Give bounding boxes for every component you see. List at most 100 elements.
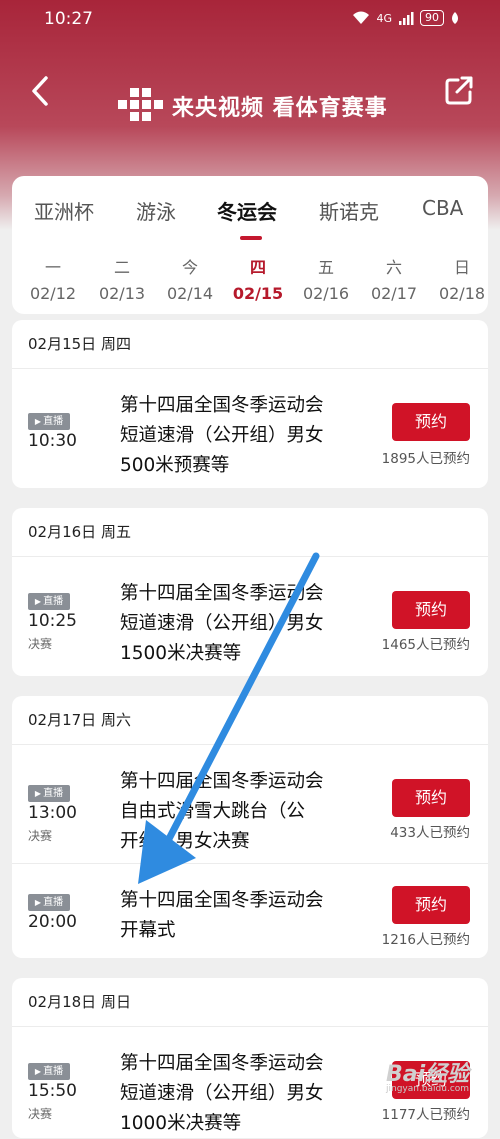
- reserve-button[interactable]: 预约: [392, 886, 470, 924]
- event-row[interactable]: ▶ 直播 10:25 决赛 第十四届全国冬季运动会 短道速滑（公开组）男女 150…: [12, 557, 488, 677]
- day-header: 02月17日 周六: [12, 696, 488, 745]
- reservation-count: 433人已预约: [390, 825, 470, 841]
- reserve-button[interactable]: 预约: [392, 591, 470, 629]
- event-title-line: 第十四届全国冬季运动会: [120, 583, 324, 604]
- event-title: 第十四届全国冬季运动会 自由式滑雪大跳台（公 开组）男女决赛: [120, 767, 370, 857]
- battery-indicator: 90: [420, 10, 444, 26]
- live-badge: ▶ 直播: [28, 894, 70, 911]
- event-title-line: 第十四届全国冬季运动会: [120, 771, 324, 792]
- active-tab-indicator: [240, 236, 262, 240]
- live-badge-label: 直播: [43, 416, 64, 427]
- date-weekday: 日: [453, 258, 470, 277]
- event-row[interactable]: ▶ 直播 10:30 第十四届全国冬季运动会 短道速滑（公开组）男女 500米预赛…: [12, 369, 488, 489]
- play-icon: ▶: [34, 597, 42, 606]
- sport-tabs: 亚洲杯 游泳 冬运会 斯诺克 CBA: [12, 176, 488, 242]
- event-row[interactable]: ▶ 直播 13:00 决赛 第十四届全国冬季运动会 自由式滑雪大跳台（公 开组）男…: [12, 745, 488, 863]
- wifi-icon: [353, 11, 370, 24]
- date-day: 02/12: [29, 284, 77, 303]
- tab-cba[interactable]: CBA: [422, 196, 463, 220]
- event-title-line: 短道速滑（公开组）男女: [120, 613, 324, 634]
- leaf-icon: [452, 12, 458, 24]
- date-day: 02/17: [370, 284, 418, 303]
- live-badge: ▶ 直播: [28, 1063, 70, 1080]
- date-day: 02/13: [98, 284, 146, 303]
- date-weekday: 二: [113, 258, 130, 277]
- tab-asian-cup[interactable]: 亚洲杯: [34, 196, 94, 225]
- event-time: 10:25: [28, 611, 77, 631]
- status-icons: 4G 90: [352, 10, 460, 26]
- reservation-count: 1895人已预约: [381, 451, 470, 467]
- event-title-line: 第十四届全国冬季运动会: [120, 890, 324, 911]
- baidu-watermark: Bai经验 jingyan.baidu.com: [386, 1056, 496, 1106]
- signal-icon: [399, 12, 414, 25]
- reserve-button[interactable]: 预约: [392, 779, 470, 817]
- event-title: 第十四届全国冬季运动会 短道速滑（公开组）男女 1500米决赛等: [120, 579, 370, 669]
- event-title: 第十四届全国冬季运动会 短道速滑（公开组）男女 1000米决赛等: [120, 1049, 370, 1139]
- tab-swimming[interactable]: 游泳: [136, 196, 176, 225]
- date-item[interactable]: 一 02/12: [23, 258, 83, 306]
- watermark-sub: jingyan.baidu.com: [386, 1084, 470, 1094]
- tab-snooker[interactable]: 斯诺克: [319, 196, 379, 225]
- brand-title: 来央视频 看体育赛事: [172, 96, 388, 121]
- schedule-day-card: 02月16日 周五 ▶ 直播 10:25 决赛 第十四届全国冬季运动会 短道速滑（…: [12, 508, 488, 676]
- event-row[interactable]: ▶ 直播 20:00 第十四届全国冬季运动会 开幕式 预约 1216人已预约: [12, 863, 488, 959]
- date-item[interactable]: 六 02/17: [364, 258, 424, 306]
- play-icon: ▶: [34, 417, 42, 426]
- event-stage: 决赛: [28, 637, 53, 651]
- sport-selector-panel: 亚洲杯 游泳 冬运会 斯诺克 CBA 一 02/12 二 02/13 今 02/…: [12, 176, 488, 314]
- date-selector: 一 02/12 二 02/13 今 02/14 四 02/15 五 02/16 …: [12, 254, 488, 314]
- reservation-count: 1465人已预约: [381, 637, 470, 653]
- date-day: 02/16: [302, 284, 350, 303]
- live-badge: ▶ 直播: [28, 785, 70, 802]
- event-title-line: 短道速滑（公开组）男女: [120, 425, 324, 446]
- date-day: 02/14: [166, 284, 214, 303]
- network-label: 4G: [376, 11, 392, 25]
- play-icon: ▶: [34, 789, 42, 798]
- event-title-line: 第十四届全国冬季运动会: [120, 395, 324, 416]
- live-badge-label: 直播: [43, 1066, 64, 1077]
- tab-winter-games[interactable]: 冬运会: [217, 196, 277, 225]
- event-time: 20:00: [28, 912, 77, 932]
- event-time: 15:50: [28, 1081, 77, 1101]
- date-weekday: 一: [44, 258, 61, 277]
- reservation-count: 1216人已预约: [381, 932, 470, 948]
- day-header: 02月16日 周五: [12, 508, 488, 557]
- date-day: 02/18: [438, 284, 486, 303]
- live-badge-label: 直播: [43, 596, 64, 607]
- play-icon: ▶: [34, 1067, 42, 1076]
- status-bar: 10:27 4G 90: [0, 0, 500, 38]
- day-header: 02月18日 周日: [12, 978, 488, 1027]
- date-item[interactable]: 二 02/13: [92, 258, 152, 306]
- brand-header: 来央视频 看体育赛事: [112, 86, 388, 126]
- event-title-line: 第十四届全国冬季运动会: [120, 1053, 324, 1074]
- date-weekday: 四: [249, 258, 266, 277]
- date-weekday: 六: [385, 258, 402, 277]
- event-title: 第十四届全国冬季运动会 开幕式: [120, 886, 370, 946]
- event-title-line: 短道速滑（公开组）男女: [120, 1083, 324, 1104]
- live-badge-label: 直播: [43, 788, 64, 799]
- live-badge: ▶ 直播: [28, 593, 70, 610]
- event-title-line: 自由式滑雪大跳台（公: [120, 801, 306, 822]
- live-badge: ▶ 直播: [28, 413, 70, 430]
- reserve-button[interactable]: 预约: [392, 403, 470, 441]
- cctv-video-logo: [118, 88, 163, 121]
- event-time: 13:00: [28, 803, 77, 823]
- event-title-line: 1500米决赛等: [120, 643, 242, 664]
- date-item[interactable]: 日 02/18: [432, 258, 488, 306]
- event-title-line: 开幕式: [120, 920, 176, 941]
- date-day: 02/15: [232, 284, 284, 303]
- schedule-day-card: 02月15日 周四 ▶ 直播 10:30 第十四届全国冬季运动会 短道速滑（公开组…: [12, 320, 488, 488]
- date-item-selected[interactable]: 四 02/15: [228, 258, 288, 306]
- date-weekday: 今: [181, 258, 198, 277]
- chevron-left-icon[interactable]: [26, 74, 54, 108]
- event-title: 第十四届全国冬季运动会 短道速滑（公开组）男女 500米预赛等: [120, 391, 370, 481]
- date-weekday: 五: [317, 258, 334, 277]
- day-header: 02月15日 周四: [12, 320, 488, 369]
- share-out-icon[interactable]: [444, 74, 474, 106]
- date-item[interactable]: 五 02/16: [296, 258, 356, 306]
- event-stage: 决赛: [28, 829, 53, 843]
- event-title-line: 500米预赛等: [120, 455, 230, 476]
- event-stage: 决赛: [28, 1107, 53, 1121]
- date-item[interactable]: 今 02/14: [160, 258, 220, 306]
- reservation-count: 1177人已预约: [381, 1107, 470, 1123]
